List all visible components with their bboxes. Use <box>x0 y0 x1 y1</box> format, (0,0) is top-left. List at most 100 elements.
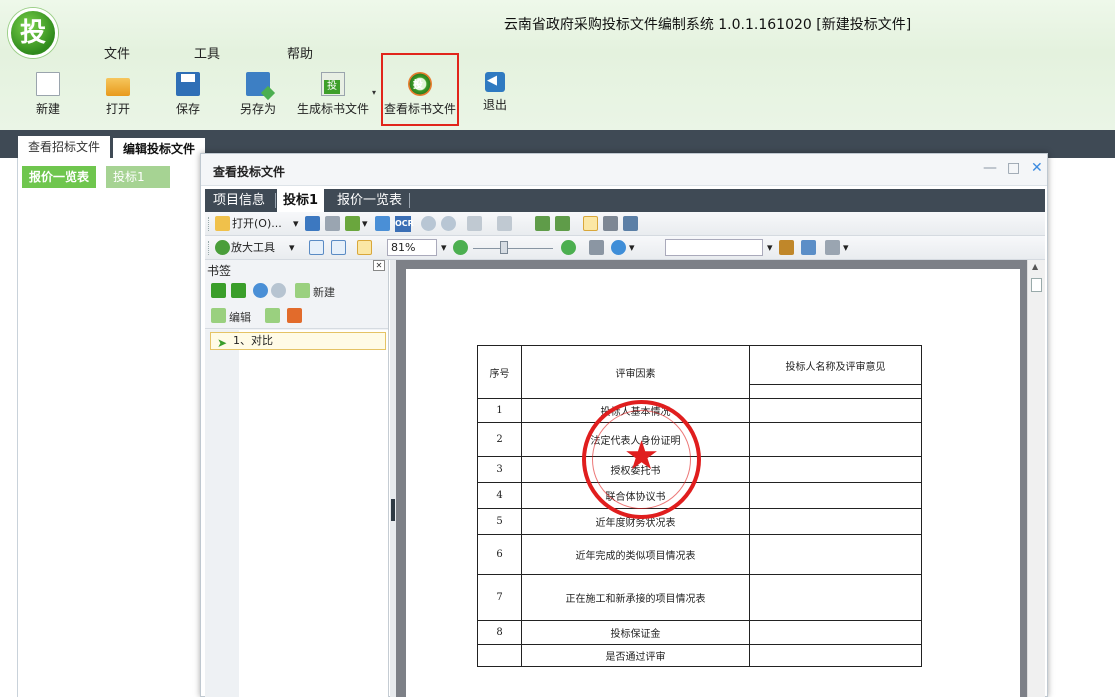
table-row: 4 联合体协议书 <box>477 482 922 509</box>
document-scrollbar[interactable]: ▲ <box>1027 260 1045 697</box>
subtab-bid1[interactable]: 投标1 <box>106 166 170 188</box>
menu-help[interactable]: 帮助 <box>287 43 313 62</box>
toolbar-grip <box>208 241 211 255</box>
zoom-level-field[interactable]: 81% <box>387 239 437 256</box>
zoom-tool-dropdown-icon[interactable]: ▾ <box>289 240 295 256</box>
new-button-label: 新建 <box>36 102 61 116</box>
table-cell-opinion <box>749 620 922 645</box>
email-icon[interactable] <box>345 216 360 231</box>
hand-tool-icon[interactable] <box>583 216 598 231</box>
select-icon[interactable] <box>375 216 390 231</box>
bookmark-zoom-out-icon[interactable] <box>271 283 286 298</box>
open-button[interactable]: 打开 <box>106 72 130 122</box>
highlight-dropdown-icon[interactable]: ▾ <box>843 240 849 256</box>
table-header-no: 序号 <box>477 345 522 399</box>
open-dropdown-icon[interactable]: ▾ <box>293 216 299 232</box>
zoom-dropdown-icon[interactable]: ▾ <box>441 240 447 256</box>
forward-icon[interactable] <box>441 216 456 231</box>
splitter-grip-icon[interactable] <box>391 499 395 521</box>
scrollbar-thumb[interactable] <box>1031 278 1042 292</box>
maximize-icon[interactable]: □ <box>1007 160 1020 176</box>
view-bid-dialog: 查看投标文件 — □ ✕ 项目信息 投标1 报价一览表 打开(O)... ▾ ▾… <box>200 153 1048 697</box>
table-cell-no <box>477 644 522 667</box>
table-cell-opinion <box>749 422 922 457</box>
dialog-titlebar[interactable]: 查看投标文件 — □ ✕ <box>201 154 1047 186</box>
exit-button[interactable]: 退出 <box>482 72 508 122</box>
email-dropdown-icon[interactable]: ▾ <box>362 216 368 232</box>
save-button-label: 保存 <box>176 102 201 116</box>
fit-width-icon[interactable] <box>357 240 372 255</box>
new-bookmark-icon <box>295 283 310 298</box>
bookmark-properties-icon[interactable] <box>287 308 302 323</box>
delete-bookmark-icon[interactable] <box>265 308 280 323</box>
bookmark-collapse-icon[interactable] <box>231 283 246 298</box>
search-box-dropdown-icon[interactable]: ▾ <box>767 240 773 256</box>
fit-page-icon[interactable] <box>331 240 346 255</box>
minimize-icon[interactable]: — <box>983 160 997 176</box>
zoom-tool-icon <box>215 240 230 255</box>
back-icon[interactable] <box>421 216 436 231</box>
zoom-in-icon[interactable] <box>561 240 576 255</box>
close-icon[interactable]: ✕ <box>1031 160 1043 176</box>
table-row: 2 法定代表人身份证明 <box>477 422 922 457</box>
new-bookmark-button[interactable]: 新建 <box>313 284 335 300</box>
search-dropdown-icon[interactable]: ▾ <box>629 240 635 256</box>
search-input[interactable] <box>665 239 763 256</box>
bookmark-zoom-in-icon[interactable] <box>253 283 268 298</box>
table-cell-opinion <box>749 644 922 667</box>
tab-quote-list[interactable]: 报价一览表 <box>331 189 408 212</box>
table-row: 6 近年完成的类似项目情况表 <box>477 534 922 575</box>
find-icon[interactable] <box>589 240 604 255</box>
tab-bid1[interactable]: 投标1 <box>277 189 325 212</box>
bookmark-close-icon[interactable]: ✕ <box>373 260 385 271</box>
redo-icon[interactable] <box>497 216 512 231</box>
zoom-out-icon[interactable] <box>453 240 468 255</box>
print-icon[interactable] <box>325 216 340 231</box>
viewer-toolbar-main: 打开(O)... ▾ ▾ OCR <box>205 212 1045 236</box>
edit-bookmark-button[interactable]: 编辑 <box>229 309 251 325</box>
ocr-icon[interactable]: OCR <box>395 216 414 232</box>
new-button[interactable]: 新建 <box>36 72 60 122</box>
search-web-icon[interactable] <box>611 240 626 255</box>
undo-icon[interactable] <box>467 216 482 231</box>
tab-project-info[interactable]: 项目信息 <box>207 189 271 212</box>
text-select-icon[interactable] <box>623 216 638 231</box>
generate-bid-button[interactable]: 生成标书文件 <box>297 72 369 122</box>
document-page: 序号 评审因素 投标人名称及评审意见 1 投标人基本情况 2 法定代表人身份证明 3 授权… <box>406 269 1020 697</box>
bookmark-item[interactable]: ➤ 1、对比 <box>210 332 386 350</box>
tab-edit-bid[interactable]: 编辑投标文件 <box>113 136 206 158</box>
menu-file[interactable]: 文件 <box>104 43 130 62</box>
tab-view-tender[interactable]: 查看招标文件 <box>18 136 111 158</box>
save-button[interactable]: 保存 <box>176 72 200 122</box>
edit-bookmark-icon <box>211 308 226 323</box>
generate-dropdown-arrow-icon[interactable]: ▾ <box>372 88 376 97</box>
menu-tools[interactable]: 工具 <box>194 43 220 62</box>
rotate-left-icon[interactable] <box>535 216 550 231</box>
tab-divider <box>409 193 410 208</box>
rotate-right-icon[interactable] <box>555 216 570 231</box>
zoom-slider-thumb[interactable] <box>500 241 508 254</box>
scroll-up-arrow-icon[interactable]: ▲ <box>1032 262 1038 271</box>
bookmark-arrow-icon: ➤ <box>217 336 228 350</box>
viewer-toolbar-zoom: 放大工具 ▾ 81% ▾ ▾ ▾ ▾ <box>205 236 1045 260</box>
table-header-factor: 评审因素 <box>521 345 750 399</box>
actual-size-icon[interactable] <box>309 240 324 255</box>
save-as-button[interactable]: 另存为 <box>240 72 276 122</box>
zoom-slider-track[interactable] <box>473 248 553 249</box>
exit-button-label: 退出 <box>482 98 507 112</box>
table-cell-factor: 联合体协议书 <box>521 482 750 509</box>
save-icon[interactable] <box>305 216 320 231</box>
highlight-tool-icon[interactable] <box>825 240 840 255</box>
search-prev-icon[interactable] <box>779 240 794 255</box>
bookmark-expand-icon[interactable] <box>211 283 226 298</box>
viewer-open-button[interactable]: 打开(O)... <box>232 216 282 232</box>
search-next-icon[interactable] <box>801 240 816 255</box>
bookmark-toolbar: 新建 编辑 <box>205 277 388 329</box>
subtab-quote-list[interactable]: 报价一览表 <box>22 166 97 188</box>
snapshot-icon[interactable] <box>603 216 618 231</box>
toolbar-grip <box>208 217 211 231</box>
open-button-label: 打开 <box>106 102 131 116</box>
table-cell-no: 2 <box>477 422 522 457</box>
zoom-tool-button[interactable]: 放大工具 <box>231 240 275 256</box>
bookmark-list: ➤ 1、对比 <box>205 330 388 697</box>
